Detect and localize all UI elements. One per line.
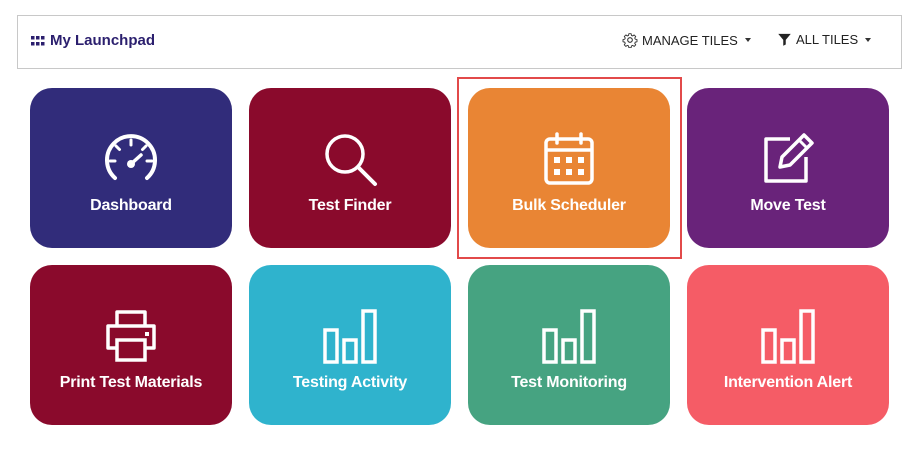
tile-label: Testing Activity xyxy=(292,374,408,391)
launchpad-title-text: My Launchpad xyxy=(50,32,156,49)
all-tiles-label: ALL TILES xyxy=(796,32,859,47)
manage-tiles-label: MANAGE TILES xyxy=(642,32,738,48)
tile-label: Test Monitoring xyxy=(511,374,627,391)
tile-testing-activity[interactable]: Testing Activity xyxy=(249,265,451,425)
tile-label: Dashboard xyxy=(90,197,172,214)
gear-icon xyxy=(622,33,638,48)
tile-test-finder[interactable]: Test Finder xyxy=(249,88,451,248)
filter-icon xyxy=(778,33,791,46)
tile-label: Test Finder xyxy=(308,197,392,214)
search-icon xyxy=(325,134,377,186)
tile-intervention-alert[interactable]: Intervention Alert xyxy=(687,265,889,425)
tile-test-monitoring[interactable]: Test Monitoring xyxy=(468,265,670,425)
all-tiles-filter[interactable]: ALL TILES xyxy=(777,32,872,47)
tile-label: Intervention Alert xyxy=(723,374,853,391)
tile-label: Move Test xyxy=(750,197,826,214)
caret-down-icon xyxy=(865,37,872,42)
selection-highlight xyxy=(457,77,682,259)
caret-down-icon xyxy=(744,38,751,42)
tile-dashboard[interactable]: Dashboard xyxy=(30,88,232,248)
tile-label: Print Test Materials xyxy=(59,374,203,391)
tile-print-test-materials[interactable]: Print Test Materials xyxy=(30,265,232,425)
launchpad-header: My Launchpad MANAGE TILES ALL TILES xyxy=(17,15,902,69)
launchpad-title: My Launchpad xyxy=(31,32,155,49)
grid-icon xyxy=(31,35,45,45)
bar-chart-icon xyxy=(761,309,815,364)
bar-chart-icon xyxy=(323,309,377,364)
speedometer-icon xyxy=(105,134,157,180)
tile-move-test[interactable]: Move Test xyxy=(687,88,889,248)
printer-icon xyxy=(106,310,156,362)
edit-icon xyxy=(764,133,814,183)
bar-chart-icon xyxy=(542,309,596,364)
manage-tiles-button[interactable]: MANAGE TILES xyxy=(622,32,751,48)
